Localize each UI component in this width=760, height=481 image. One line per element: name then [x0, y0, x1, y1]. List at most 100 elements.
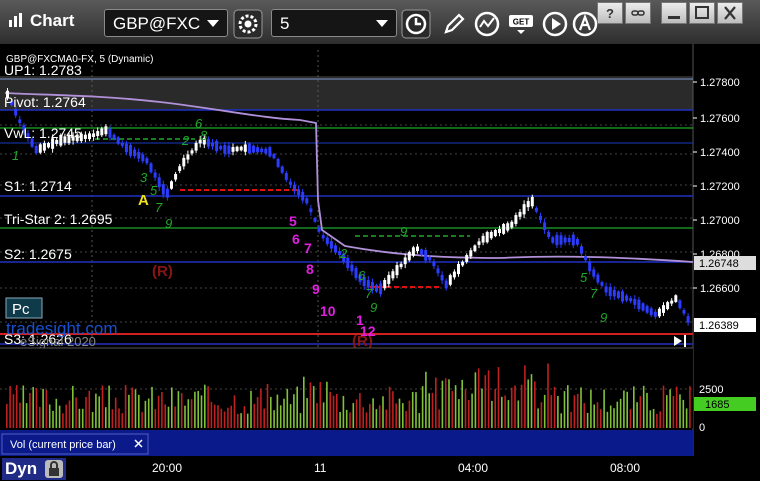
- volume-bar: [471, 393, 473, 428]
- volume-bar: [570, 411, 572, 428]
- volume-bar: [405, 410, 407, 428]
- candle-body: [383, 279, 387, 289]
- candle-body: [559, 235, 563, 245]
- volume-bar: [520, 384, 523, 428]
- svg-text:5: 5: [150, 183, 158, 198]
- volume-bar: [649, 410, 652, 428]
- count-label: 7: [304, 240, 312, 256]
- pc-button-label: Pc: [12, 301, 30, 318]
- candle-body: [231, 146, 235, 152]
- volume-bar: [128, 394, 130, 428]
- candle-body: [227, 145, 231, 154]
- help-button[interactable]: ?: [597, 2, 623, 24]
- get-data-icon[interactable]: GET: [507, 9, 537, 39]
- interval-selector[interactable]: 5: [271, 9, 397, 37]
- candle-body: [670, 300, 674, 304]
- candle-body: [186, 154, 190, 160]
- volume-bar: [108, 385, 110, 428]
- candle-body: [313, 218, 317, 222]
- volume-study-label: Vol (current price bar): [10, 439, 116, 451]
- volume-bar: [273, 410, 275, 428]
- volume-bar: [210, 401, 213, 428]
- volume-bar: [213, 404, 216, 428]
- candle-body: [649, 308, 653, 316]
- candle-body: [350, 264, 354, 272]
- symbol-selector[interactable]: GBP@FXC: [104, 9, 228, 37]
- candle-body: [34, 146, 38, 153]
- svg-text:3: 3: [140, 170, 148, 185]
- volume-bar: [669, 389, 671, 428]
- pencil-draw-icon[interactable]: [439, 9, 469, 39]
- volume-bar: [312, 386, 315, 428]
- volume-bar: [184, 405, 186, 428]
- volume-bar: [207, 386, 209, 428]
- candle-body: [637, 299, 641, 310]
- volume-bar: [573, 395, 576, 428]
- clock-icon[interactable]: [401, 9, 431, 39]
- play-icon[interactable]: [540, 9, 570, 39]
- candle-body: [47, 142, 50, 148]
- volume-bar: [200, 395, 203, 428]
- candle-body: [539, 215, 542, 221]
- candle-body: [170, 181, 173, 189]
- settings-gear-icon[interactable]: [233, 9, 263, 39]
- volume-bar: [402, 403, 404, 428]
- candle-body: [407, 252, 411, 261]
- volume-bar: [537, 408, 539, 428]
- volume-bar: [642, 385, 645, 428]
- volume-bar: [514, 385, 516, 428]
- time-label: 04:00: [458, 461, 489, 475]
- candle-body: [211, 142, 214, 147]
- candle-body: [657, 308, 661, 317]
- close-button[interactable]: [717, 2, 743, 24]
- volume-bar: [596, 402, 599, 428]
- volume-bar: [303, 376, 305, 428]
- volume-bar: [418, 413, 421, 428]
- volume-bar: [593, 404, 595, 428]
- volume-bar: [177, 391, 180, 428]
- time-label: 20:00: [152, 461, 183, 475]
- candle-body: [288, 181, 292, 185]
- candle-body: [157, 177, 161, 188]
- volume-bar: [306, 398, 308, 428]
- minimize-button[interactable]: [661, 2, 687, 24]
- volume-bar: [385, 409, 388, 428]
- candle-body: [420, 249, 424, 255]
- volume-bar: [147, 398, 150, 428]
- volume-bar: [557, 395, 559, 428]
- volume-bar: [352, 403, 355, 428]
- maximize-button[interactable]: [689, 2, 715, 24]
- candle-body: [506, 223, 510, 231]
- candle-body: [83, 134, 87, 139]
- link-button[interactable]: [625, 2, 651, 24]
- candle-body: [387, 274, 391, 284]
- candle-body: [514, 215, 518, 224]
- svg-text:9: 9: [400, 224, 407, 239]
- volume-bar: [359, 393, 361, 428]
- candle-body: [424, 250, 428, 261]
- volume-bar: [171, 387, 173, 428]
- volume-bar: [517, 400, 520, 428]
- volume-bar: [336, 394, 338, 428]
- volume-bar: [425, 371, 427, 428]
- candle-body: [604, 286, 608, 293]
- volume-bar: [609, 405, 612, 428]
- candle-body: [309, 208, 313, 213]
- chart-canvas[interactable]: 135 792 68 2679 9579 GBP@FXCMA0-FX, 5 (D…: [0, 44, 760, 456]
- dynamic-mode-button[interactable]: Dyn: [2, 458, 66, 480]
- studies-icon[interactable]: [472, 9, 502, 39]
- candle-body: [678, 300, 682, 309]
- volume-bar: [659, 411, 661, 428]
- volume-bar: [279, 405, 282, 428]
- gray-band: [0, 76, 693, 110]
- time-axis: 20:00 11 04:00 08:00: [68, 456, 693, 481]
- volume-bar: [675, 386, 678, 428]
- volume-bar: [497, 367, 500, 428]
- candle-body: [629, 297, 633, 302]
- volume-bar: [395, 403, 397, 428]
- candle-body: [452, 271, 456, 278]
- volume-bar: [276, 394, 279, 428]
- candle-body: [219, 146, 223, 150]
- volume-bar: [246, 413, 249, 428]
- alert-icon[interactable]: [570, 9, 600, 39]
